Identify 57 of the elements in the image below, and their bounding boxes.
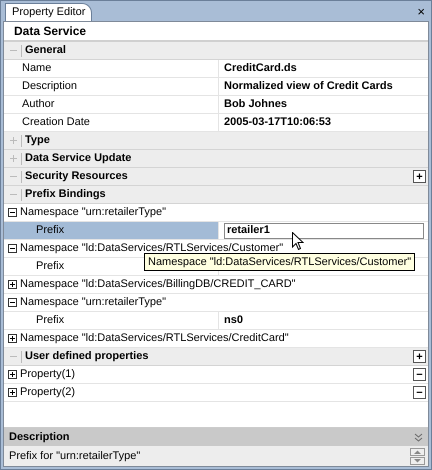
remove-button[interactable]: − bbox=[413, 386, 426, 399]
property-label: Prefix bbox=[36, 259, 64, 274]
add-button[interactable]: + bbox=[413, 170, 426, 183]
double-chevron-down-icon[interactable] bbox=[414, 432, 423, 442]
section-title: User defined properties bbox=[25, 349, 148, 364]
scrollbar[interactable] bbox=[410, 448, 425, 464]
tree-node-label[interactable]: Property(1) bbox=[20, 366, 76, 383]
tree-node-label[interactable]: Property(2) bbox=[20, 384, 76, 401]
section-header[interactable]: Prefix Bindings bbox=[4, 186, 428, 204]
property-value: CreditCard.ds bbox=[224, 61, 297, 76]
tree-node-label[interactable]: Namespace "ld:DataServices/BillingDB/CREDIT_CARD" bbox=[20, 276, 296, 293]
property-row[interactable]: Author Bob Johnes bbox=[4, 96, 428, 114]
close-button[interactable]: × bbox=[417, 4, 425, 18]
scroll-up-icon[interactable] bbox=[410, 448, 425, 456]
section-header[interactable]: Data Service Update bbox=[4, 150, 428, 168]
add-button[interactable]: + bbox=[413, 350, 426, 363]
collapse-icon[interactable] bbox=[8, 208, 17, 217]
section-header[interactable]: General bbox=[4, 42, 428, 60]
section-header[interactable]: Security Resources + bbox=[4, 168, 428, 186]
expand-icon[interactable] bbox=[8, 334, 17, 343]
property-value: ns0 bbox=[224, 313, 243, 328]
property-editor-tab[interactable]: Property Editor bbox=[5, 3, 92, 21]
property-label: Name bbox=[22, 61, 52, 76]
expand-icon[interactable] bbox=[8, 370, 17, 379]
property-value: 2005-03-17T10:06:53 bbox=[224, 115, 332, 130]
tree-node-label[interactable]: Namespace "ld:DataServices/RTLServices/CreditCard" bbox=[20, 330, 289, 347]
property-row[interactable]: Creation Date 2005-03-17T10:06:53 bbox=[4, 114, 428, 132]
property-row[interactable]: Name CreditCard.ds bbox=[4, 60, 428, 78]
tree-node-label[interactable]: Namespace "urn:retailerType" bbox=[20, 294, 166, 311]
property-label: Prefix bbox=[36, 223, 64, 238]
expand-icon[interactable] bbox=[8, 388, 17, 397]
expand-icon[interactable] bbox=[8, 280, 17, 289]
section-title: Prefix Bindings bbox=[25, 187, 106, 202]
property-row[interactable]: Prefix ns0 bbox=[4, 312, 428, 330]
property-label: Prefix bbox=[36, 313, 64, 328]
section-title: Data Service Update bbox=[25, 151, 132, 166]
property-value: Normalized view of Credit Cards bbox=[224, 79, 393, 94]
property-label: Creation Date bbox=[22, 115, 90, 130]
description-title: Description bbox=[9, 430, 70, 445]
section-title: General bbox=[25, 43, 66, 58]
section-title: Type bbox=[25, 133, 50, 148]
property-row[interactable]: Prefix retailer1 bbox=[4, 222, 428, 240]
section-title: Security Resources bbox=[25, 169, 128, 184]
property-label: Author bbox=[22, 97, 54, 112]
property-value: Bob Johnes bbox=[224, 97, 287, 112]
section-header[interactable]: Type bbox=[4, 132, 428, 150]
property-row[interactable]: Description Normalized view of Credit Cards bbox=[4, 78, 428, 96]
tree-node-label[interactable]: Namespace "urn:retailerType" bbox=[20, 204, 166, 221]
collapse-icon[interactable] bbox=[8, 244, 17, 253]
tooltip: Namespace "ld:DataServices/RTLServices/Customer" bbox=[144, 253, 416, 271]
scroll-down-icon[interactable] bbox=[410, 456, 425, 464]
remove-button[interactable]: − bbox=[413, 368, 426, 381]
description-text: Prefix for "urn:retailerType" bbox=[9, 448, 140, 464]
section-header[interactable]: User defined properties + bbox=[4, 348, 428, 366]
collapse-icon[interactable] bbox=[8, 298, 17, 307]
prefix-input[interactable]: retailer1 bbox=[224, 222, 424, 238]
property-label: Description bbox=[22, 79, 78, 94]
